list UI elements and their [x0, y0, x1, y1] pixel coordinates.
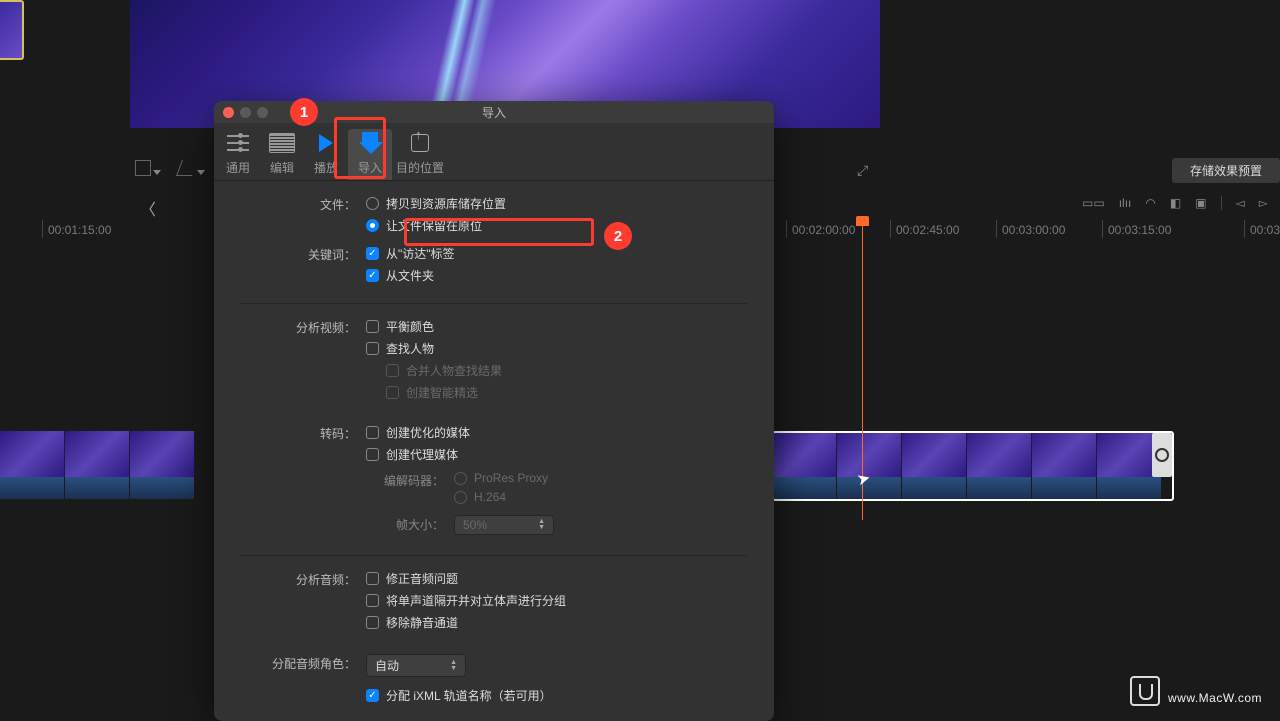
tab-playback[interactable]: 播放	[304, 129, 348, 180]
tab-general[interactable]: 通用	[216, 129, 260, 180]
checkbox-remove-silent[interactable]: 移除静音通道	[366, 614, 748, 631]
snapping-icon[interactable]: ▣	[1195, 196, 1206, 210]
radio-prores-proxy: ProRes Proxy	[454, 471, 748, 485]
tab-import[interactable]: 导入	[348, 129, 392, 180]
assign-roles-select[interactable]: 自动▲▼	[366, 654, 466, 677]
transcode-label: 转码：	[240, 424, 366, 442]
ruler-tick: 00:01:15:00	[48, 223, 111, 237]
prev-edit-icon[interactable]: ◅	[1236, 196, 1245, 210]
watermark-logo-icon	[1130, 676, 1160, 706]
index-icon[interactable]: ▭▭	[1082, 196, 1105, 210]
timeline-view-options: ▭▭ ılıı ◠ ◧ ▣ ◅ ▻	[1082, 196, 1268, 210]
trim-tool-icon[interactable]	[179, 160, 205, 179]
ruler-tick: 00:03	[1250, 223, 1280, 237]
ruler-tick: 00:03:15:00	[1108, 223, 1171, 237]
ruler-tick: 00:03:00:00	[1002, 223, 1065, 237]
checkbox-finder-tags[interactable]: 从"访达"标签	[366, 245, 748, 262]
headphones-icon[interactable]: ◠	[1145, 196, 1155, 210]
checkbox-find-people[interactable]: 查找人物	[366, 340, 748, 357]
dialog-title: 导入	[214, 104, 774, 121]
checkbox-smart-collections: 创建智能精选	[366, 384, 748, 401]
dialog-titlebar[interactable]: 导入	[214, 101, 774, 123]
history-back-icon[interactable]: 〈	[140, 196, 156, 220]
checkbox-consolidate-people: 合并人物查找结果	[366, 362, 748, 379]
frame-size-label: 帧大小：	[366, 515, 454, 533]
ruler-tick: 00:02:00:00	[792, 223, 855, 237]
radio-h264: H.264	[454, 490, 748, 504]
keywords-label: 关键词：	[240, 245, 366, 263]
expand-icon[interactable]: ⤢	[857, 162, 868, 179]
preferences-dialog: 导入 通用 编辑 播放 导入 目的位置 文件： 拷贝到资源库储存位置 让文件保留…	[214, 101, 774, 721]
assign-roles-label: 分配音频角色：	[240, 654, 366, 672]
checkbox-create-optimized[interactable]: 创建优化的媒体	[366, 424, 748, 441]
checkbox-create-proxy[interactable]: 创建代理媒体	[366, 446, 748, 463]
crop-tool-icon[interactable]	[135, 160, 161, 179]
checkbox-from-folders[interactable]: 从文件夹	[366, 267, 748, 284]
save-effect-preset-button[interactable]: 存储效果预置	[1172, 158, 1280, 183]
browser-thumbnail[interactable]	[0, 0, 24, 60]
radio-leave-in-place[interactable]: 让文件保留在原位	[366, 217, 748, 234]
frame-size-select: 50%▲▼	[454, 515, 554, 535]
skimming-icon[interactable]: ◧	[1170, 196, 1181, 210]
watermark: www.MacW.com	[1130, 676, 1262, 710]
analyze-audio-label: 分析音频：	[240, 570, 366, 588]
next-edit-icon[interactable]: ▻	[1259, 196, 1268, 210]
radio-copy-to-library[interactable]: 拷贝到资源库储存位置	[366, 195, 748, 212]
ruler-tick: 00:02:45:00	[896, 223, 959, 237]
audio-meters-icon[interactable]: ılıı	[1119, 196, 1132, 210]
checkbox-separate-mono[interactable]: 将单声道隔开并对立体声进行分组	[366, 592, 748, 609]
checkbox-fix-audio[interactable]: 修正音频问题	[366, 570, 748, 587]
checkbox-assign-ixml[interactable]: 分配 iXML 轨道名称（若可用）	[366, 687, 748, 704]
preferences-tabs: 通用 编辑 播放 导入 目的位置	[214, 123, 774, 181]
timeline-toolbar	[135, 160, 205, 179]
checkbox-balance-color[interactable]: 平衡颜色	[366, 318, 748, 335]
tab-editing[interactable]: 编辑	[260, 129, 304, 180]
files-label: 文件：	[240, 195, 366, 213]
codec-label: 编解码器：	[366, 471, 454, 489]
clip-end-marker[interactable]	[1152, 433, 1172, 477]
tab-destinations[interactable]: 目的位置	[392, 129, 448, 180]
analyze-video-label: 分析视频：	[240, 318, 366, 336]
